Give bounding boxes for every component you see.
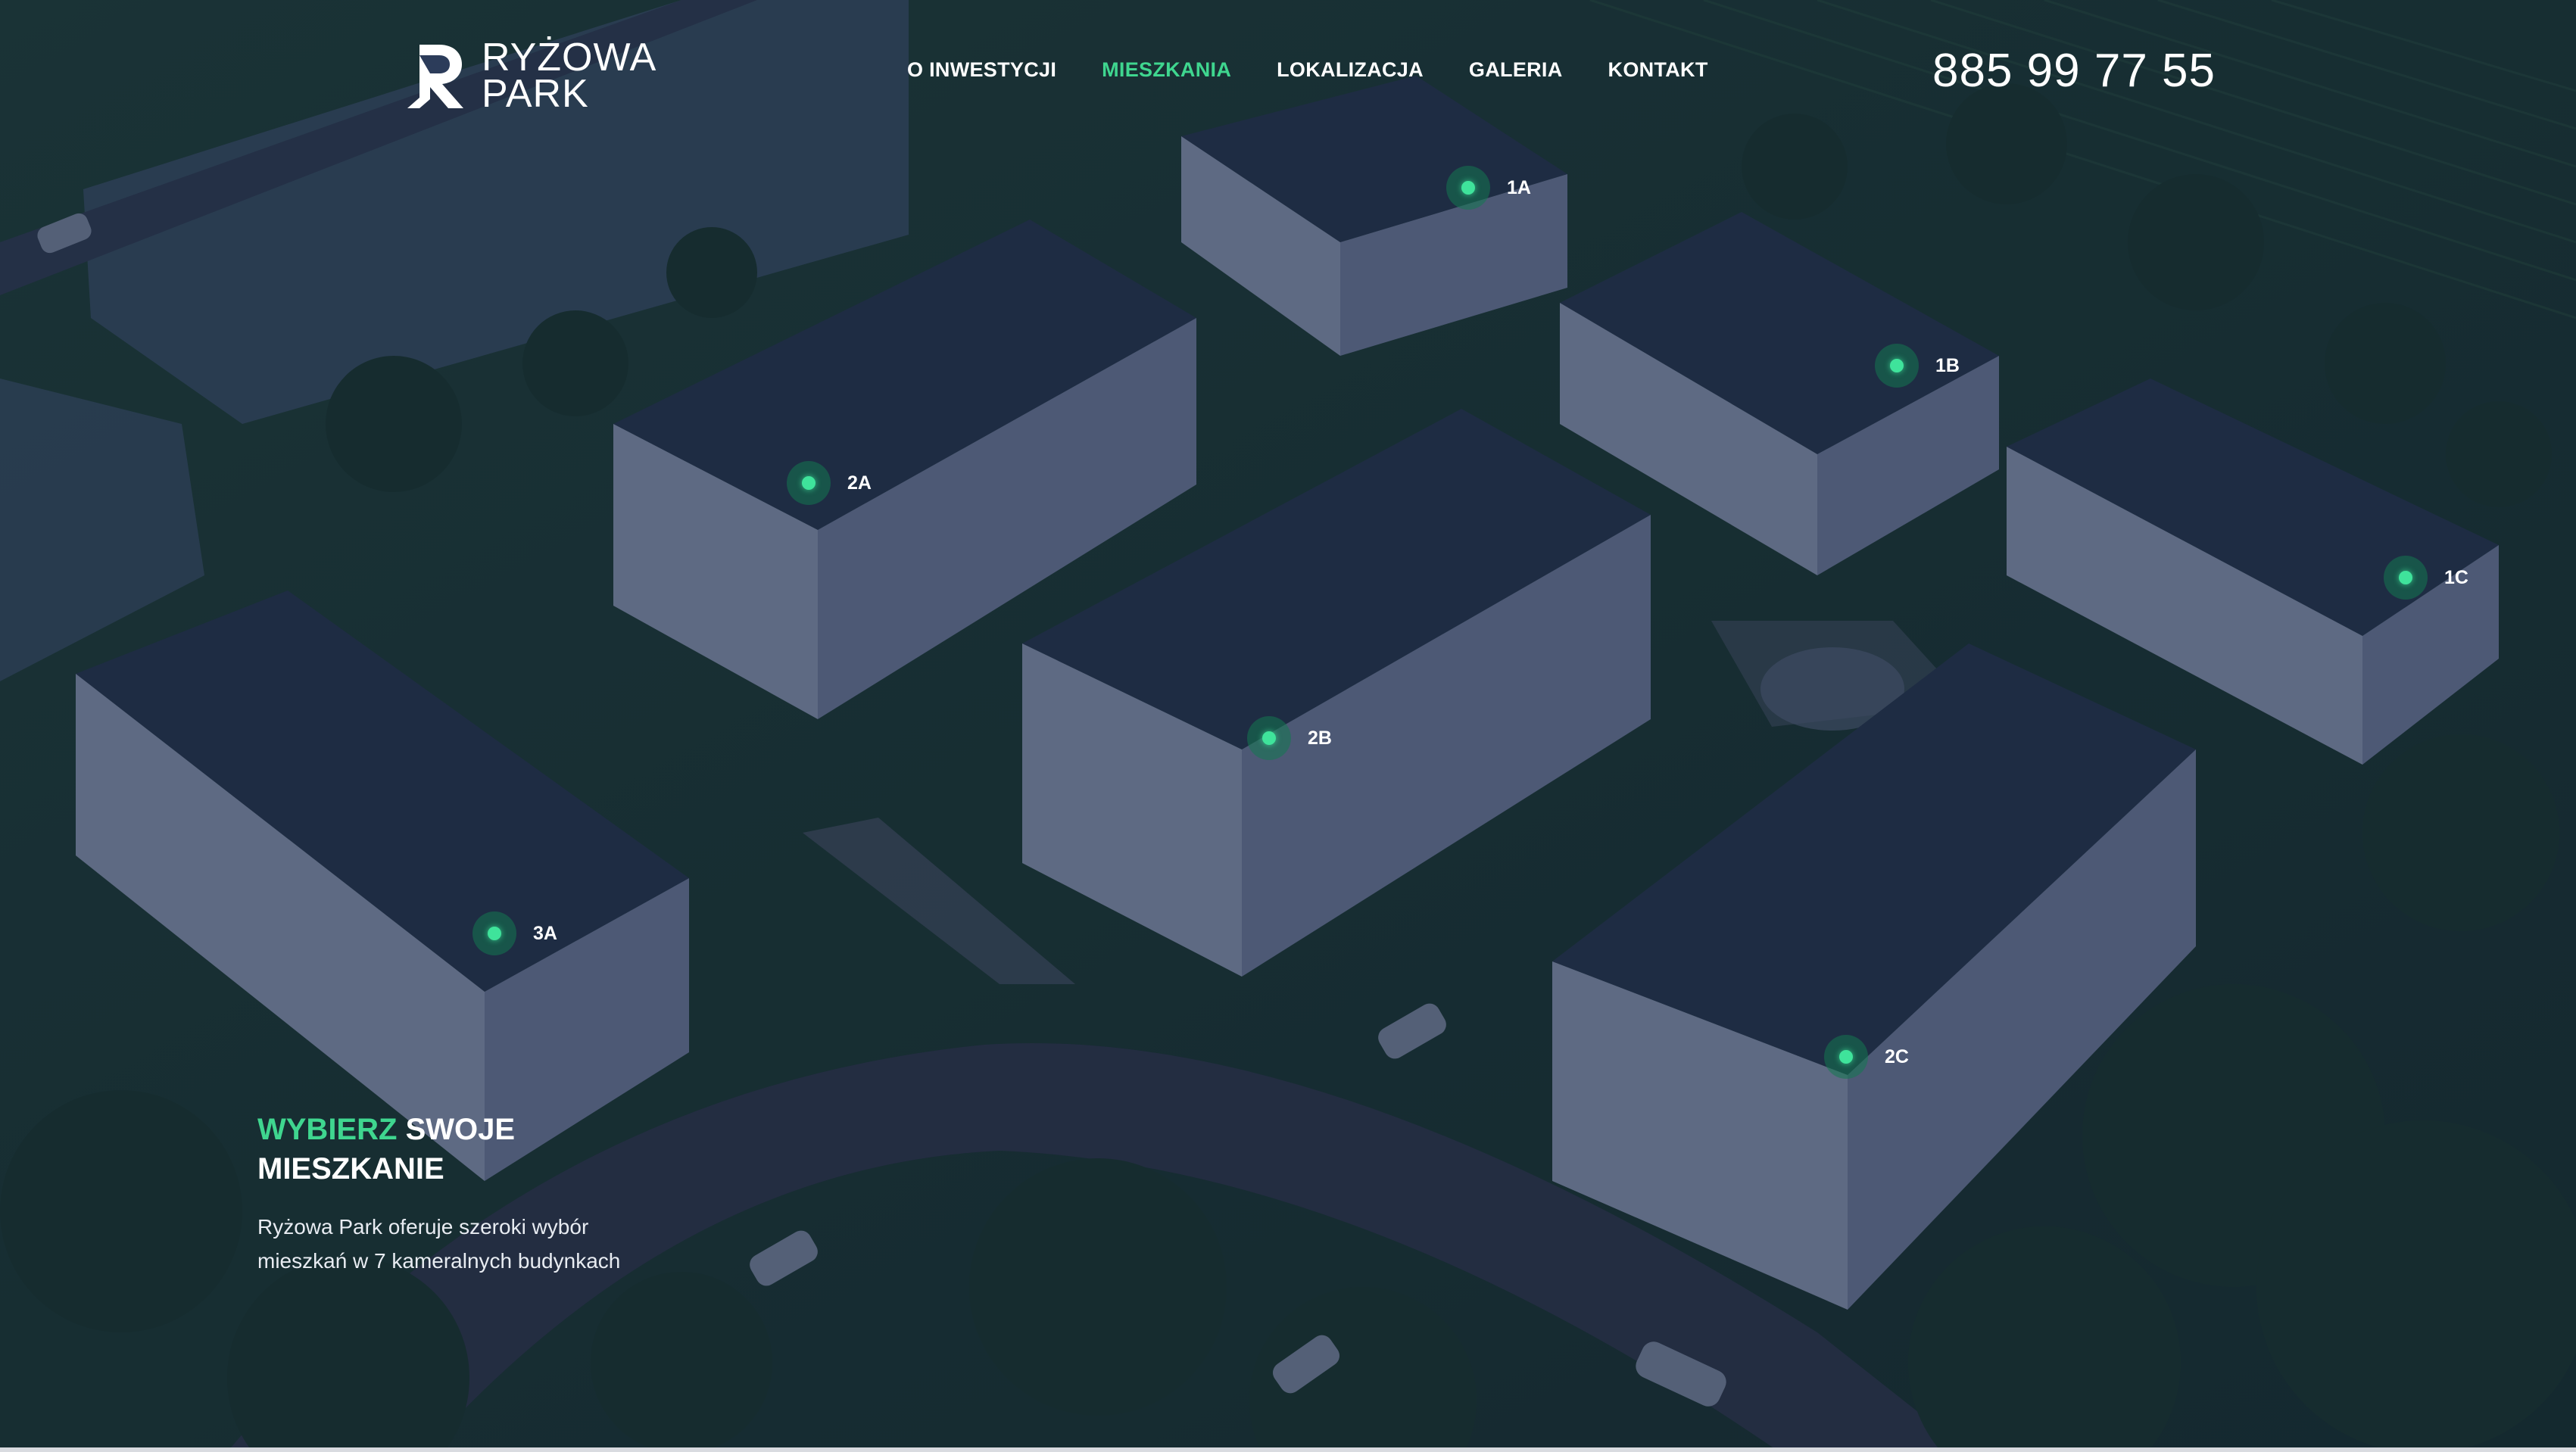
hero-title-rest-1: SWOJE (405, 1113, 516, 1146)
building-marker-icon (1824, 1035, 1868, 1079)
building-label: 1B (1935, 354, 1960, 376)
hero-title-accent: WYBIERZ (257, 1113, 398, 1146)
building-marker-icon (1247, 716, 1291, 760)
building-marker-2c[interactable]: 2C (1824, 1035, 1909, 1079)
building-marker-icon (1446, 166, 1490, 210)
nav-item-kontakt[interactable]: KONTAKT (1608, 58, 1708, 82)
building-label: 3A (533, 922, 557, 944)
logo[interactable]: RYŻOWA PARK (404, 36, 657, 116)
building-label: 2A (847, 472, 872, 494)
nav-item-lokalizacja[interactable]: LOKALIZACJA (1277, 58, 1424, 82)
hero-title: WYBIERZ SWOJE MIESZKANIE (257, 1110, 681, 1189)
nav-item-galeria[interactable]: GALERIA (1469, 58, 1563, 82)
logo-line-2: PARK (482, 72, 589, 116)
nav-item-mieszkania[interactable]: MIESZKANIA (1102, 58, 1231, 82)
building-marker-3a[interactable]: 3A (472, 911, 557, 955)
building-marker-2a[interactable]: 2A (787, 461, 872, 505)
building-marker-2b[interactable]: 2B (1247, 716, 1332, 760)
building-marker-icon (1875, 344, 1919, 388)
building-marker-1c[interactable]: 1C (2384, 556, 2468, 600)
building-label: 2B (1308, 727, 1332, 749)
hero-description: Ryżowa Park oferuje szeroki wybór mieszk… (257, 1215, 621, 1273)
building-marker-1b[interactable]: 1B (1875, 344, 1960, 388)
phone-number[interactable]: 885 99 77 55 (1932, 44, 2216, 98)
bottom-strip (0, 1447, 2576, 1452)
building-label: 1C (2444, 566, 2468, 588)
logo-r-mark-icon (407, 45, 463, 108)
building-label: 2C (1885, 1045, 1909, 1067)
main-nav: O INWESTYCJI MIESZKANIA LOKALIZACJA GALE… (907, 58, 1754, 82)
logo-line-1: RYŻOWA (482, 36, 657, 79)
building-marker-1a[interactable]: 1A (1446, 166, 1531, 210)
building-label: 1A (1507, 176, 1531, 198)
building-marker-icon (472, 911, 516, 955)
building-marker-icon (787, 461, 831, 505)
nav-item-o-inwestycji[interactable]: O INWESTYCJI (907, 58, 1056, 82)
logo-text: RYŻOWA PARK (482, 36, 657, 116)
building-marker-icon (2384, 556, 2428, 600)
hero-section: WYBIERZ SWOJE MIESZKANIE Ryżowa Park ofe… (257, 1110, 681, 1278)
hero-title-rest-2: MIESZKANIE (257, 1152, 444, 1186)
